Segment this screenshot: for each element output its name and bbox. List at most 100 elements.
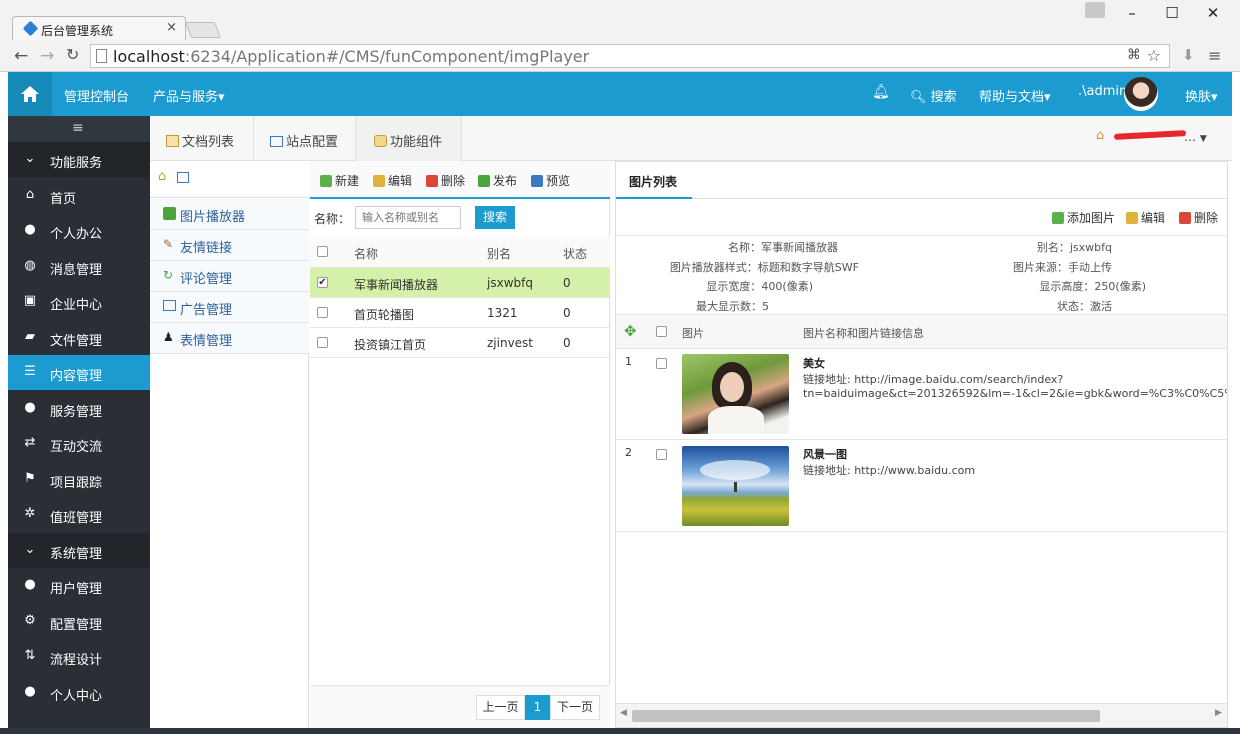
skin-menu[interactable]: 换肤▾ <box>1185 86 1218 105</box>
column-image: 图片 <box>682 327 704 340</box>
sidebar-item-messages[interactable]: ◍ 消息管理 <box>8 249 150 284</box>
publish-button[interactable]: 发布 <box>478 172 517 189</box>
address-bar[interactable]: localhost:6234/Application#/CMS/funCompo… <box>90 44 1170 68</box>
image-row-checkbox[interactable] <box>656 449 667 460</box>
maximize-button[interactable]: ☐ <box>1152 4 1192 22</box>
sidebar-item-projects[interactable]: ⚑ 项目跟踪 <box>8 462 150 497</box>
scroll-left-icon[interactable]: ◀ <box>620 708 627 718</box>
image-row[interactable]: 2 风景一图 链接地址: http://www.baidu.com <box>616 440 1227 532</box>
menu-item-ads[interactable]: 广告管理 <box>150 292 309 323</box>
reload-icon[interactable]: ↻ <box>66 45 79 64</box>
sidebar-group-system[interactable]: ⌄ 系统管理 <box>8 533 150 568</box>
new-button[interactable]: 新建 <box>320 172 359 189</box>
scrollbar-thumb[interactable] <box>632 710 1100 722</box>
minimize-button[interactable]: – <box>1112 4 1152 22</box>
row-checkbox[interactable] <box>317 337 328 348</box>
avatar[interactable] <box>1124 77 1158 111</box>
menu-item-image-player[interactable]: 图片播放器 <box>150 199 309 230</box>
browser-tab[interactable]: 后台管理系统 × <box>12 16 186 40</box>
scroll-right-icon[interactable]: ▶ <box>1215 708 1222 718</box>
menu-icon[interactable]: ≡ <box>1208 46 1221 65</box>
window-icon[interactable] <box>177 172 189 183</box>
sidebar-toggle[interactable]: ≡ <box>8 116 150 142</box>
horizontal-scrollbar[interactable]: ◀ ▶ <box>616 703 1227 727</box>
tab-components[interactable]: 功能组件 <box>356 116 462 161</box>
menu-item-links[interactable]: ✎ 友情链接 <box>150 230 309 261</box>
tab-site[interactable]: 站点配置 <box>254 116 356 161</box>
sidebar-item-content[interactable]: ☰ 内容管理 <box>8 355 150 390</box>
edit-button[interactable]: 编辑 <box>373 172 412 189</box>
home-icon[interactable]: ⌂ <box>158 169 166 184</box>
table-row[interactable]: 首页轮播图 1321 0 <box>310 298 610 328</box>
products-menu[interactable]: 产品与服务▾ <box>153 86 225 105</box>
move-icon[interactable]: ✥ <box>624 322 637 340</box>
sidebar-group-functions[interactable]: ⌄ 功能服务 <box>8 142 150 177</box>
prev-page-button[interactable]: 上一页 <box>476 695 525 720</box>
tab-docs[interactable]: 文档列表 <box>150 116 254 161</box>
sidebar-item-label: 首页 <box>50 192 77 207</box>
sidebar-item-label: 配置管理 <box>50 618 103 633</box>
download-icon[interactable]: ⬇ <box>1182 46 1195 64</box>
sidebar-item-office[interactable]: ● 个人办公 <box>8 213 150 248</box>
translate-icon[interactable]: ⌘ <box>1127 47 1141 63</box>
name-search-input[interactable] <box>355 206 461 229</box>
add-image-button[interactable]: 添加图片 <box>1052 209 1115 226</box>
search-link[interactable]: 🔍︎ 搜索 <box>910 86 957 105</box>
publish-icon <box>478 175 490 187</box>
sidebar-item-duty[interactable]: ✲ 值班管理 <box>8 497 150 532</box>
tab-image-list[interactable]: 图片列表 <box>616 162 692 199</box>
search-button[interactable]: 搜索 <box>475 206 515 229</box>
console-link[interactable]: 管理控制台 <box>64 86 129 105</box>
edit-image-button[interactable]: 编辑 <box>1126 209 1165 226</box>
column-status: 状态 <box>563 247 588 261</box>
menu-item-comments[interactable]: ↻ 评论管理 <box>150 261 309 292</box>
page-1-button[interactable]: 1 <box>525 695 550 720</box>
home-button[interactable] <box>8 72 52 116</box>
bell-icon[interactable]: 🔔︎ <box>872 84 890 100</box>
doc-list-icon <box>166 135 179 147</box>
menu-item-emoji[interactable]: ♟ 表情管理 <box>150 323 309 354</box>
sidebar-item-services[interactable]: ● 服务管理 <box>8 391 150 426</box>
sidebar-item-label: 个人办公 <box>50 227 103 242</box>
profile-icon[interactable] <box>1085 2 1105 18</box>
row-checkbox[interactable] <box>317 307 328 318</box>
sidebar-item-label: 文件管理 <box>50 334 103 349</box>
delete-button[interactable]: 删除 <box>426 172 465 189</box>
sidebar-item-files[interactable]: ▰ 文件管理 <box>8 320 150 355</box>
sidebar-item-profile[interactable]: ● 个人中心 <box>8 675 150 710</box>
sidebar-item-config[interactable]: ⚙ 配置管理 <box>8 604 150 639</box>
select-all-checkbox[interactable] <box>317 246 328 257</box>
new-tab-button[interactable] <box>185 22 221 38</box>
sidebar-item-users[interactable]: ● 用户管理 <box>8 568 150 603</box>
preview-button[interactable]: 预览 <box>531 172 570 189</box>
help-menu[interactable]: 帮助与文档▾ <box>979 86 1051 105</box>
site-selector[interactable]: … ▼ <box>1184 130 1207 144</box>
delete-icon <box>426 175 438 187</box>
tab-close-button[interactable]: × <box>166 20 177 35</box>
back-arrow-icon[interactable]: ← <box>14 46 28 66</box>
sidebar-item-enterprise[interactable]: ▣ 企业中心 <box>8 284 150 319</box>
portrait-shirt-shape <box>708 406 764 434</box>
image-thumbnail-portrait[interactable] <box>682 354 789 434</box>
select-all-images-checkbox[interactable] <box>656 326 667 337</box>
image-row-checkbox[interactable] <box>656 358 667 369</box>
sidebar-item-interaction[interactable]: ⇄ 互动交流 <box>8 426 150 461</box>
row-checkbox[interactable]: ✔ <box>317 277 328 288</box>
close-window-button[interactable]: ✕ <box>1193 4 1233 22</box>
delete-image-button[interactable]: 删除 <box>1179 209 1218 226</box>
table-row[interactable]: ✔ 军事新闻播放器 jsxwbfq 0 <box>310 268 610 298</box>
user-menu[interactable]: .\admin <box>1078 84 1127 99</box>
inbox-icon: ▣ <box>23 293 37 308</box>
section-tabs: 文档列表 站点配置 功能组件 ⌂ … ▼ <box>150 116 1232 161</box>
image-link: 链接地址: http://image.baidu.com/search/inde… <box>803 373 1064 386</box>
sidebar-item-home[interactable]: ⌂ 首页 <box>8 178 150 213</box>
search-icon: 🔍︎ <box>910 90 927 105</box>
forward-arrow-icon[interactable]: → <box>40 46 54 66</box>
table-row[interactable]: 投资镇江首页 zjinvest 0 <box>310 328 610 358</box>
sidebar-item-workflow[interactable]: ⇅ 流程设计 <box>8 639 150 674</box>
bookmark-star-icon[interactable]: ☆ <box>1147 46 1161 65</box>
hamburger-icon: ≡ <box>72 120 84 136</box>
image-thumbnail-landscape[interactable] <box>682 446 789 526</box>
image-row[interactable]: 1 美女 链接地址: http://image.baidu.com/search… <box>616 349 1227 440</box>
next-page-button[interactable]: 下一页 <box>550 695 600 720</box>
